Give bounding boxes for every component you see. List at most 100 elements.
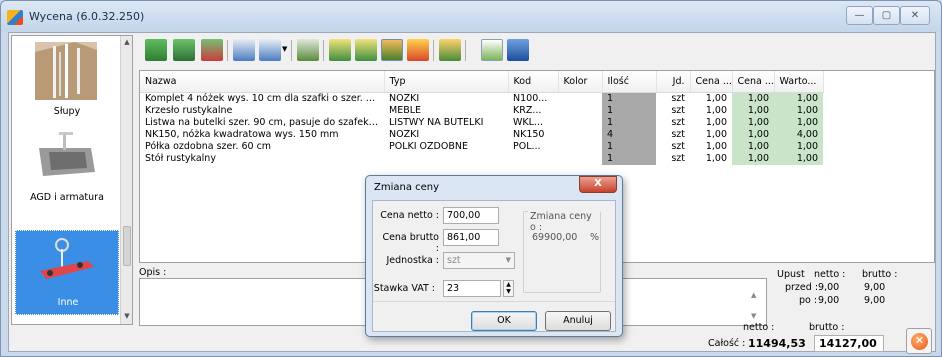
toolbar-separator xyxy=(227,40,228,61)
sort-desc-icon[interactable] xyxy=(355,39,377,61)
close-quote-button[interactable]: ✕ xyxy=(906,328,932,354)
description-label: Opis : xyxy=(139,267,167,278)
dropdown-arrow-icon[interactable]: ▼ xyxy=(282,45,287,53)
scroll-thumb[interactable] xyxy=(123,226,131,266)
table-row[interactable]: Komplet 4 nóżek wys. 10 cm dla szafki o … xyxy=(140,92,823,105)
table-cell-kolor xyxy=(558,129,602,141)
table-cell-typ: MEBLE xyxy=(389,104,422,116)
table-cell-typ: NOZKI xyxy=(389,92,420,104)
category-item-inne[interactable]: Inne xyxy=(15,230,119,315)
table-row[interactable]: Półka ozdobna szer. 60 cm POLKI OZDOBNE PO… xyxy=(140,140,823,153)
scroll-down-icon[interactable]: ▼ xyxy=(121,312,133,320)
column-header-nazwa[interactable]: Nazwa xyxy=(140,71,385,93)
scroll-up-icon[interactable]: ▲ xyxy=(751,291,756,299)
discount-netto-label: netto : xyxy=(814,269,846,280)
table-cell-typ xyxy=(384,153,508,165)
category-item-slupy[interactable]: Słupy xyxy=(15,38,119,123)
table-row[interactable]: Stół rustykalny 1 szt 1,00 1,00 1,00 xyxy=(140,152,823,165)
total-netto-label: netto : xyxy=(743,322,775,333)
sort-asc-icon[interactable] xyxy=(329,39,351,61)
toolbar-separator xyxy=(433,40,434,61)
table-cell-ilosc: 1 xyxy=(602,92,656,105)
table-cell-wartosc: 1,00 xyxy=(774,140,823,153)
column-header-wartosc[interactable]: Warto... xyxy=(774,71,824,93)
table-row[interactable]: NK150, nóżka kwadratowa wys. 150 mm NOZKI… xyxy=(140,128,823,141)
gross-price-input[interactable]: 861,00 xyxy=(443,229,499,246)
table-cell-ilosc: 1 xyxy=(602,140,656,153)
column-header-jd[interactable]: Jd. xyxy=(656,71,691,93)
table-cell-kolor xyxy=(558,92,602,105)
add-row-icon[interactable] xyxy=(145,39,167,61)
ok-button[interactable]: OK xyxy=(471,311,537,331)
table-cell-nazwa: Listwa na butelki szer. 90 cm, pasuje do… xyxy=(145,116,384,128)
transfer-icon[interactable] xyxy=(407,39,429,61)
table-cell-kod: NK150 xyxy=(513,128,545,140)
table-cell-cena2: 1,00 xyxy=(732,104,774,117)
delete-row-icon[interactable] xyxy=(201,39,223,61)
percent-label: % xyxy=(590,232,600,243)
scroll-up-icon[interactable]: ▲ xyxy=(121,38,133,46)
table-cell-jd: szt xyxy=(671,128,685,140)
sort-active-icon[interactable] xyxy=(381,39,403,61)
table-cell-kod: POL... xyxy=(513,140,541,152)
edit-row-icon[interactable] xyxy=(173,39,195,61)
total-brutto-label: brutto : xyxy=(809,322,845,333)
table-row[interactable]: Listwa na butelki szer. 90 cm, pasuje do… xyxy=(140,116,823,129)
vat-spinner[interactable]: ▲ ▼ xyxy=(503,280,514,297)
table-cell-kolor xyxy=(558,117,602,129)
price-change-value: 69900,00 xyxy=(532,232,578,243)
dialog-divider xyxy=(373,301,615,302)
table-cell-ilosc: 1 xyxy=(602,152,656,165)
scroll-down-icon[interactable]: ▼ xyxy=(751,312,756,320)
table-cell-cena2: 1,00 xyxy=(732,92,774,105)
toolbar-separator xyxy=(291,40,292,61)
maximize-button[interactable]: ▢ xyxy=(873,6,900,25)
checklist-icon[interactable] xyxy=(481,39,503,61)
discount-brutto-label: brutto : xyxy=(862,269,898,280)
chevron-down-icon: ▼ xyxy=(505,256,511,264)
app-logo-icon xyxy=(7,10,23,25)
gross-price-label: Cena brutto : xyxy=(382,232,439,254)
app-window: Wycena (6.0.32.250) — ▢ ✕ Słupy AGD i ar… xyxy=(0,0,942,357)
column-header-cena-netto[interactable]: Cena ... xyxy=(690,71,733,93)
column-header-ilosc[interactable]: Ilość xyxy=(602,71,657,93)
table-header-row: Nazwa Typ Kod Kolor Ilość Jd. Cena ... C… xyxy=(140,71,824,93)
close-circle-icon: ✕ xyxy=(911,333,928,350)
discount-label: Upust xyxy=(777,269,805,280)
table-cell-ilosc: 1 xyxy=(602,116,656,129)
category-panel[interactable]: Słupy AGD i armatura Inne ▲ ▼ xyxy=(11,35,133,325)
misc-parts-icon xyxy=(40,238,94,279)
table-cell-cena2: 1,00 xyxy=(732,152,774,165)
table-row[interactable]: Krzesło rustykalne MEBLE KRZ... 1 szt 1,00 1,0… xyxy=(140,104,823,117)
table-cell-cena1: 1,00 xyxy=(705,128,727,140)
vat-rate-input[interactable]: 23 xyxy=(443,280,501,297)
table-cell-typ: NOZKI xyxy=(389,128,420,140)
column-header-typ[interactable]: Typ xyxy=(384,71,509,93)
table-cell-jd: szt xyxy=(671,140,685,152)
minimize-button[interactable]: — xyxy=(846,6,873,25)
list-icon[interactable] xyxy=(297,39,319,61)
unit-select[interactable]: szt ▼ xyxy=(443,252,515,269)
column-header-cena-brutto[interactable]: Cena ... xyxy=(732,71,775,93)
table-cell-cena1: 1,00 xyxy=(705,104,727,116)
table-cell-nazwa: Komplet 4 nóżek wys. 10 cm dla szafki o … xyxy=(145,92,384,104)
settings-icon[interactable] xyxy=(439,39,461,61)
category-scrollbar[interactable]: ▲ ▼ xyxy=(120,36,132,324)
calculator-icon[interactable] xyxy=(233,39,255,61)
close-window-button[interactable]: ✕ xyxy=(900,6,930,25)
save-icon[interactable] xyxy=(507,39,529,61)
category-item-agd[interactable]: AGD i armatura xyxy=(15,124,119,209)
column-header-kod[interactable]: Kod xyxy=(508,71,559,93)
cancel-button[interactable]: Anuluj xyxy=(545,311,611,331)
table-cell-nazwa: NK150, nóżka kwadratowa wys. 150 mm xyxy=(145,128,339,140)
column-header-kolor[interactable]: Kolor xyxy=(558,71,603,93)
unit-label: Jednostka : xyxy=(386,255,439,266)
before-brutto-value: 9,00 xyxy=(864,282,886,293)
dialog-close-button[interactable]: X xyxy=(579,176,617,193)
total-label: Całość : xyxy=(708,338,746,349)
category-label: AGD i armatura xyxy=(30,192,104,203)
net-price-input[interactable]: 700,00 xyxy=(443,207,499,224)
price-change-group: Zmiana ceny o : 69900,00 % xyxy=(523,211,601,293)
table-cell-cena1: 1,00 xyxy=(705,140,727,152)
percent-icon[interactable] xyxy=(259,39,281,61)
